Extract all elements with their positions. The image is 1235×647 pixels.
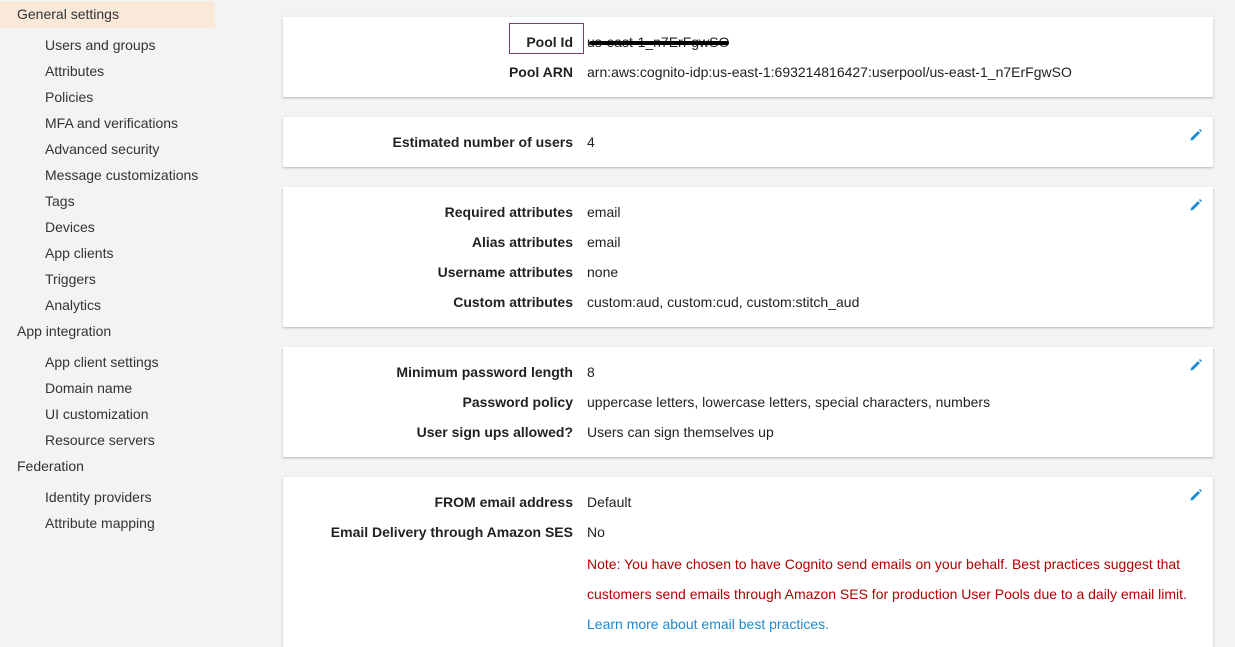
nav-general-settings[interactable]: General settings [0, 1, 215, 28]
ses-note-line1: Note: You have chosen to have Cognito se… [587, 556, 1181, 572]
nav-attributes[interactable]: Attributes [45, 62, 104, 80]
user-signups-label: User sign ups allowed? [416, 424, 573, 440]
nav-domain-name[interactable]: Domain name [45, 379, 132, 397]
ses-delivery-label: Email Delivery through Amazon SES [330, 524, 573, 540]
pool-info-card: Pool Id us-east-1_n7ErFgwSO Pool ARN arn… [283, 17, 1213, 97]
custom-attributes-label: Custom attributes [453, 294, 573, 310]
from-email-row: FROM email address Default [283, 492, 1213, 512]
pencil-icon[interactable] [1189, 128, 1203, 142]
nav-ui-customization[interactable]: UI customization [45, 405, 148, 423]
estimated-users-row: Estimated number of users 4 [283, 132, 1213, 152]
nav-attribute-mapping[interactable]: Attribute mapping [45, 514, 155, 532]
estimated-users-value: 4 [587, 134, 595, 150]
pool-arn-value: arn:aws:cognito-idp:us-east-1:6932148164… [587, 64, 1072, 80]
attributes-card: Required attributes email Alias attribut… [283, 187, 1213, 327]
username-attributes-value: none [587, 264, 619, 280]
username-attributes-row: Username attributes none [283, 262, 1213, 282]
learn-more-row: Learn more about email best practices. [283, 614, 1213, 634]
nav-devices[interactable]: Devices [45, 218, 95, 236]
password-policy-row: Password policy uppercase letters, lower… [283, 392, 1213, 412]
ses-note-line1-row: Note: You have chosen to have Cognito se… [283, 554, 1213, 574]
password-policy-label: Password policy [462, 394, 573, 410]
required-attributes-value: email [587, 204, 621, 220]
pool-arn-row: Pool ARN arn:aws:cognito-idp:us-east-1:6… [283, 62, 1213, 82]
pool-id-redaction [589, 41, 729, 45]
nav-app-clients[interactable]: App clients [45, 244, 113, 262]
pencil-icon[interactable] [1189, 488, 1203, 502]
learn-more-link[interactable]: Learn more about email best practices. [587, 614, 829, 634]
ses-delivery-row: Email Delivery through Amazon SES No [283, 522, 1213, 542]
from-email-value: Default [587, 494, 632, 510]
nav-triggers[interactable]: Triggers [45, 270, 96, 288]
min-password-length-value: 8 [587, 364, 595, 380]
custom-attributes-value: custom:aud, custom:cud, custom:stitch_au… [587, 294, 860, 310]
pool-id-row: Pool Id us-east-1_n7ErFgwSO [283, 32, 1213, 52]
password-policy-value: uppercase letters, lowercase letters, sp… [587, 394, 991, 410]
nav-tags[interactable]: Tags [45, 192, 75, 210]
pencil-icon[interactable] [1189, 358, 1203, 372]
alias-attributes-value: email [587, 234, 621, 250]
min-password-length-row: Minimum password length 8 [283, 362, 1213, 382]
required-attributes-row: Required attributes email [283, 202, 1213, 222]
nav-advanced-security[interactable]: Advanced security [45, 140, 159, 158]
ses-delivery-value: No [587, 524, 605, 540]
custom-attributes-row: Custom attributes custom:aud, custom:cud… [283, 292, 1213, 312]
pool-id-label: Pool Id [526, 34, 573, 50]
ses-note-line2-row: customers send emails through Amazon SES… [283, 584, 1213, 604]
nav-resource-servers[interactable]: Resource servers [45, 431, 155, 449]
ses-note-line2: customers send emails through Amazon SES… [587, 586, 1187, 602]
username-attributes-label: Username attributes [437, 264, 573, 280]
nav-federation[interactable]: Federation [17, 457, 84, 475]
from-email-label: FROM email address [434, 494, 574, 510]
min-password-length-label: Minimum password length [396, 364, 573, 380]
nav-users-and-groups[interactable]: Users and groups [45, 36, 156, 54]
pool-arn-label: Pool ARN [508, 64, 573, 80]
nav-app-client-settings[interactable]: App client settings [45, 353, 159, 371]
nav-analytics[interactable]: Analytics [45, 296, 101, 314]
nav-message-customizations[interactable]: Message customizations [45, 166, 198, 184]
sidebar-nav: General settings Users and groups Attrib… [0, 0, 232, 641]
user-signups-value: Users can sign themselves up [587, 424, 774, 440]
user-signups-row: User sign ups allowed? Users can sign th… [283, 422, 1213, 442]
nav-app-integration[interactable]: App integration [17, 322, 111, 340]
pencil-icon[interactable] [1189, 198, 1203, 212]
password-policy-card: Minimum password length 8 Password polic… [283, 347, 1213, 457]
alias-attributes-label: Alias attributes [471, 234, 573, 250]
alias-attributes-row: Alias attributes email [283, 232, 1213, 252]
nav-identity-providers[interactable]: Identity providers [45, 488, 152, 506]
nav-policies[interactable]: Policies [45, 88, 93, 106]
nav-mfa-and-verifications[interactable]: MFA and verifications [45, 114, 178, 132]
required-attributes-label: Required attributes [444, 204, 573, 220]
email-settings-card: FROM email address Default Email Deliver… [283, 477, 1213, 647]
estimated-users-label: Estimated number of users [392, 134, 574, 150]
users-card: Estimated number of users 4 [283, 117, 1213, 167]
